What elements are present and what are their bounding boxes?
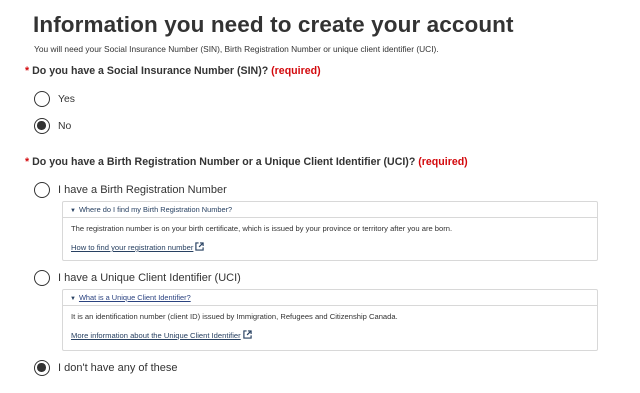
- uci-details: ▼ What is a Unique Client Identifier? It …: [62, 289, 598, 351]
- brn-details-summary-text[interactable]: Where do I find my Birth Registration Nu…: [79, 205, 232, 214]
- brn-details-body: The registration number is on your birth…: [63, 218, 597, 253]
- external-link-icon: [195, 242, 205, 253]
- brn-option[interactable]: I have a Birth Registration Number: [34, 182, 227, 198]
- sin-yes-option[interactable]: Yes: [34, 91, 75, 107]
- sin-question-label: Do you have a Social Insurance Number (S…: [32, 65, 269, 77]
- brn-details-summary[interactable]: ▼ Where do I find my Birth Registration N…: [63, 202, 597, 218]
- required-star: *: [25, 156, 30, 168]
- sin-yes-radio[interactable]: [34, 91, 50, 107]
- brn-details-link[interactable]: How to find your registration number: [71, 242, 205, 253]
- sin-no-radio[interactable]: [34, 118, 50, 134]
- sin-no-label[interactable]: No: [58, 121, 71, 132]
- sin-yes-label[interactable]: Yes: [58, 94, 75, 105]
- uci-details-body: It is an identification number (client I…: [63, 306, 597, 341]
- chevron-down-icon: ▼: [70, 208, 76, 214]
- none-label[interactable]: I don't have any of these: [58, 362, 178, 374]
- required-marker: (required): [418, 156, 468, 168]
- external-link-icon: [243, 330, 252, 341]
- chevron-down-icon: ▼: [70, 296, 76, 302]
- uci-details-link-text[interactable]: More information about the Unique Client…: [71, 331, 241, 340]
- brn-uci-question-label: Do you have a Birth Registration Number …: [32, 156, 416, 168]
- uci-radio[interactable]: [34, 270, 50, 286]
- none-radio[interactable]: [34, 360, 50, 376]
- brn-details: ▼ Where do I find my Birth Registration N…: [62, 201, 598, 261]
- uci-details-summary-text[interactable]: What is a Unique Client Identifier?: [79, 293, 191, 302]
- required-marker: (required): [271, 65, 321, 77]
- brn-details-text: The registration number is on your birth…: [71, 224, 453, 233]
- brn-details-link-text[interactable]: How to find your registration number: [71, 243, 193, 252]
- uci-details-link[interactable]: More information about the Unique Client…: [71, 330, 252, 341]
- page-intro: You will need your Social Insurance Numb…: [34, 44, 439, 54]
- sin-no-option[interactable]: No: [34, 118, 71, 134]
- brn-label[interactable]: I have a Birth Registration Number: [58, 184, 227, 196]
- none-option[interactable]: I don't have any of these: [34, 360, 178, 376]
- page-title: Information you need to create your acco…: [33, 12, 514, 37]
- brn-uci-question-legend: * Do you have a Birth Registration Number…: [25, 156, 468, 168]
- sin-question-legend: * Do you have a Social Insurance Number (…: [25, 65, 321, 77]
- required-star: *: [25, 65, 30, 77]
- uci-option[interactable]: I have a Unique Client Identifier (UCI): [34, 270, 241, 286]
- account-info-page: Information you need to create your acco…: [0, 0, 640, 393]
- uci-details-summary[interactable]: ▼ What is a Unique Client Identifier?: [63, 290, 597, 306]
- brn-radio[interactable]: [34, 182, 50, 198]
- uci-label[interactable]: I have a Unique Client Identifier (UCI): [58, 272, 241, 284]
- uci-details-text: It is an identification number (client I…: [71, 312, 398, 321]
